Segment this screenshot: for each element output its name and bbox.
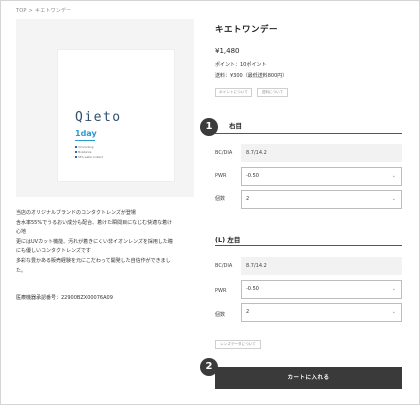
right-eye-divider xyxy=(215,133,402,134)
product-price: ¥1,480 xyxy=(215,47,240,55)
right-bcdia-label: BC/DIA xyxy=(215,150,233,156)
page-frame: TOP > キエトワンデー Qieto 1day UV blocking Moist… xyxy=(0,0,420,405)
box-feature: Moisturize xyxy=(75,151,91,154)
chevron-down-icon: ⌄ xyxy=(391,173,396,179)
product-description: 当店のオリジナルブランドのコンタクトレンズが登場 含水率55%でうるおい成分も配… xyxy=(16,209,201,276)
left-eye-title: (L) 左目 xyxy=(215,236,241,244)
box-feature: 55% water content xyxy=(75,156,103,159)
left-bcdia-value: 8.7/14.2 xyxy=(241,257,402,275)
right-pwr-value: -0.50 xyxy=(246,173,259,179)
description-line: 当店のオリジナルブランドのコンタクトレンズが登場 xyxy=(16,210,136,216)
left-qty-select[interactable]: 2 ⌄ xyxy=(241,303,402,322)
box-sub-text: 1day xyxy=(75,129,97,138)
breadcrumb: TOP > キエトワンデー xyxy=(16,7,71,14)
product-points: ポイント：10ポイント xyxy=(215,62,267,68)
approval-number: 医療機器承認番号：22900BZX00076A09 xyxy=(16,295,113,301)
points-info-button[interactable]: ポイントについて xyxy=(215,88,252,97)
box-divider xyxy=(75,140,95,141)
description-line: にも優しいコンタクトレンズです xyxy=(16,248,91,255)
description-line: 心地 xyxy=(16,229,27,236)
chevron-down-icon: ⌄ xyxy=(391,196,396,202)
right-qty-select[interactable]: 2 ⌄ xyxy=(241,190,402,209)
description-line: た。 xyxy=(16,267,27,274)
description-line: 多彩な豊かある販売経験を元にこだわって開発した自信作ができまし xyxy=(16,257,171,264)
chevron-down-icon: ⌄ xyxy=(391,309,396,315)
breadcrumb-separator: > xyxy=(28,8,33,14)
box-brand-text: Qieto xyxy=(75,110,122,125)
right-eye-title: 右目 xyxy=(229,122,242,130)
bullet-icon xyxy=(75,151,77,153)
add-to-cart-button[interactable]: カートに入れる xyxy=(215,367,402,389)
bullet-icon xyxy=(75,156,77,158)
left-pwr-value: -0.50 xyxy=(246,286,259,292)
left-bcdia-label: BC/DIA xyxy=(215,263,233,269)
bullet-icon xyxy=(75,146,77,148)
left-pwr-select[interactable]: -0.50 ⌄ xyxy=(241,280,402,299)
left-pwr-label: PWR xyxy=(215,288,227,294)
description-line: 更にはUVカット機能、汚れが着きにくい非イオンレンズを採用した瞳 xyxy=(16,238,173,245)
lens-data-info-button[interactable]: レンズデータについて xyxy=(215,340,261,349)
right-bcdia-value: 8.7/14.2 xyxy=(241,144,402,162)
product-shipping: 送料：¥300（最低送料800円） xyxy=(215,73,288,79)
left-qty-label: 個数 xyxy=(215,312,226,318)
product-box: Qieto 1day UV blocking Moisturize 55% wa… xyxy=(57,49,175,182)
left-qty-value: 2 xyxy=(246,309,250,315)
chevron-down-icon: ⌄ xyxy=(391,286,396,292)
description-line: 含水率55%でうるおい成分も配合、着けた瞬間目になじむ快適な着け xyxy=(16,219,173,226)
right-qty-label: 個数 xyxy=(215,196,226,202)
right-pwr-label: PWR xyxy=(215,173,227,179)
left-eye-divider xyxy=(215,245,402,246)
right-qty-value: 2 xyxy=(246,196,250,202)
breadcrumb-home-link[interactable]: TOP xyxy=(16,8,27,14)
product-image: Qieto 1day UV blocking Moisturize 55% wa… xyxy=(16,19,194,197)
box-feature: UV blocking xyxy=(75,146,93,149)
right-pwr-select[interactable]: -0.50 ⌄ xyxy=(241,167,402,186)
breadcrumb-current: キエトワンデー xyxy=(35,8,72,14)
shipping-info-button[interactable]: 送料について xyxy=(257,88,288,97)
product-title: キエトワンデー xyxy=(215,25,279,35)
